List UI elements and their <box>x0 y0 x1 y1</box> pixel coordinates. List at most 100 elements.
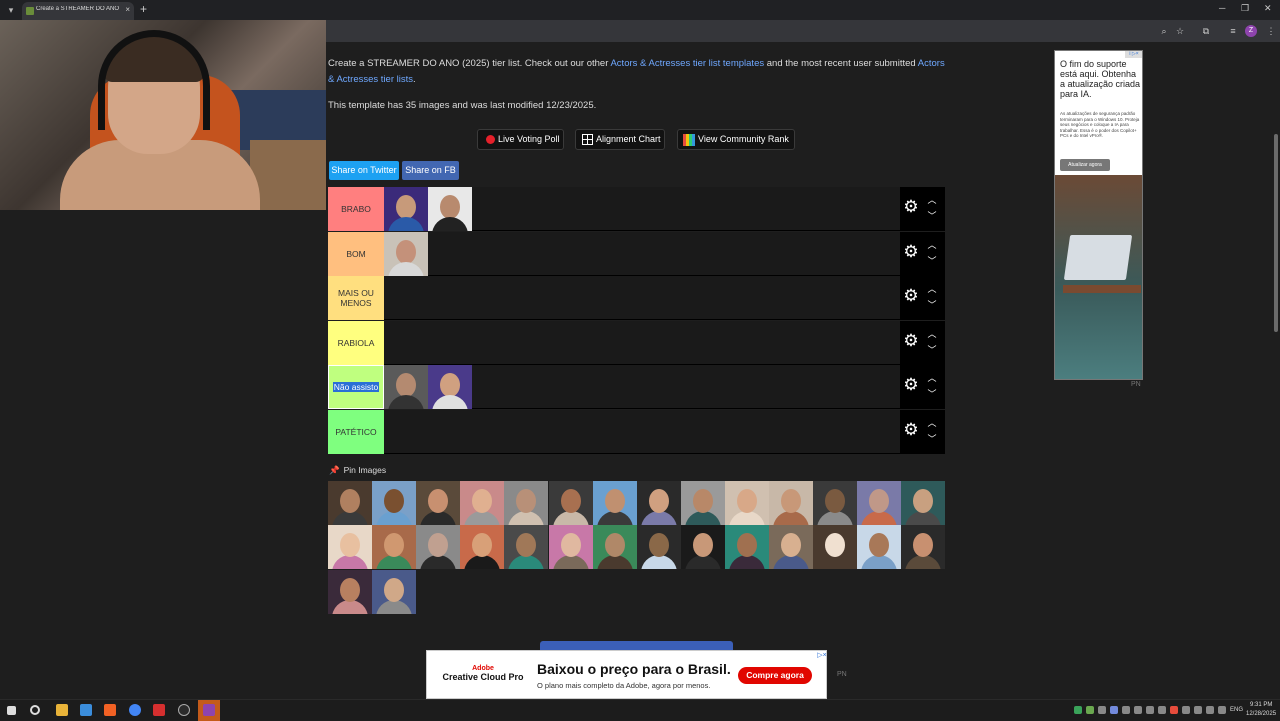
streamer-thumb[interactable] <box>680 525 725 570</box>
streamer-thumb[interactable] <box>857 481 902 525</box>
clock-time[interactable]: 9:31 PM <box>1250 702 1272 708</box>
gear-icon[interactable]: ⚙ <box>903 198 919 215</box>
pin-images-toggle[interactable]: 📌 Pin Images <box>329 465 386 476</box>
streamer-thumb[interactable] <box>592 481 637 525</box>
streamer-thumb[interactable] <box>504 481 549 525</box>
tier-row[interactable]: RABIOLA ⚙ ︿ ﹀ <box>328 320 945 365</box>
taskbar-active-app[interactable] <box>198 700 220 721</box>
templates-link[interactable]: Actors & Actresses tier list templates <box>610 58 764 69</box>
browser-tab[interactable]: Create a STREAMER DO ANO (2025) × <box>22 2 134 20</box>
streamer-thumb[interactable] <box>416 481 461 525</box>
tier-label[interactable]: RABIOLA <box>328 320 384 365</box>
tab-close-icon[interactable]: × <box>125 5 130 14</box>
streamer-thumb[interactable] <box>724 525 769 570</box>
streamer-thumb[interactable] <box>592 525 637 570</box>
streamer-thumb[interactable] <box>384 365 428 409</box>
app-icon[interactable] <box>153 704 165 716</box>
streamer-thumb[interactable] <box>384 187 428 231</box>
streamer-thumb[interactable] <box>857 525 902 570</box>
streamer-thumb[interactable] <box>328 569 372 614</box>
chevron-up-icon[interactable]: ︿ <box>926 284 938 294</box>
tier-row[interactable]: Não assisto ⚙ ︿ ﹀ <box>328 365 945 409</box>
search-icon[interactable] <box>30 705 40 715</box>
file-explorer-icon[interactable] <box>56 704 68 716</box>
ad-bottom-cta-button[interactable]: Compre agora <box>738 667 812 684</box>
tray-icon[interactable] <box>1134 706 1142 714</box>
battery-icon[interactable] <box>1218 706 1226 714</box>
streamer-thumb[interactable] <box>460 525 505 570</box>
gear-icon[interactable]: ⚙ <box>903 243 919 260</box>
streamer-thumb[interactable] <box>813 525 858 570</box>
gear-icon[interactable]: ⚙ <box>903 421 919 438</box>
chrome-icon[interactable] <box>129 704 141 716</box>
new-tab-button[interactable]: + <box>140 2 147 16</box>
tray-icon[interactable] <box>1086 706 1094 714</box>
tier-row[interactable]: BOM ⚙ ︿ ﹀ <box>328 231 945 276</box>
chevron-up-icon[interactable]: ︿ <box>926 329 938 339</box>
tier-label[interactable]: BRABO <box>328 187 384 231</box>
tray-icon[interactable] <box>1146 706 1154 714</box>
chevron-up-icon[interactable]: ︿ <box>926 418 938 428</box>
streamer-thumb[interactable] <box>769 481 813 525</box>
view-community-rank-button[interactable]: View Community Rank <box>677 129 795 150</box>
chevron-up-icon[interactable]: ︿ <box>926 195 938 205</box>
volume-icon[interactable] <box>1206 706 1214 714</box>
extensions-icon[interactable]: ⧉ <box>1200 25 1212 37</box>
chevron-down-icon[interactable]: ﹀ <box>926 345 938 355</box>
alignment-chart-button[interactable]: Alignment Chart <box>575 129 665 150</box>
streamer-thumb[interactable] <box>372 525 417 570</box>
gear-icon[interactable]: ⚙ <box>903 287 919 304</box>
chevron-down-icon[interactable]: ﹀ <box>926 434 938 444</box>
chevron-down-icon[interactable]: ﹀ <box>926 389 938 399</box>
menu-kebab-icon[interactable]: ⋮ <box>1265 25 1277 37</box>
store-icon[interactable] <box>80 704 92 716</box>
streamer-thumb[interactable] <box>428 365 472 409</box>
tray-icon[interactable] <box>1110 706 1118 714</box>
profile-avatar[interactable]: Z <box>1245 25 1257 37</box>
streamer-thumb[interactable] <box>328 525 372 570</box>
streamer-thumb[interactable] <box>636 525 681 570</box>
adchoices-icon[interactable]: i ▷× <box>1125 51 1142 58</box>
live-voting-poll-button[interactable]: Live Voting Poll <box>477 129 564 150</box>
streamer-thumb[interactable] <box>636 481 681 525</box>
tier-label[interactable]: Não assisto <box>328 365 384 409</box>
side-advertisement[interactable]: O fim do suporte está aqui. Obtenha a at… <box>1054 50 1143 380</box>
zoom-icon[interactable]: ⌕ <box>1158 25 1170 37</box>
brave-icon[interactable] <box>104 704 116 716</box>
bottom-advertisement[interactable]: Adobe Creative Cloud Pro Baixou o preço … <box>426 650 827 699</box>
restore-icon[interactable]: ❐ <box>1241 3 1249 14</box>
tier-label[interactable]: BOM <box>328 231 384 276</box>
share-fb-button[interactable]: Share on FB <box>402 161 459 180</box>
tier-row[interactable]: MAIS OU MENOS ⚙ ︿ ﹀ <box>328 276 945 320</box>
tray-icon[interactable] <box>1170 706 1178 714</box>
bookmark-star-icon[interactable]: ☆ <box>1174 25 1186 37</box>
streamer-thumb[interactable] <box>384 231 428 276</box>
ad-side-cta-button[interactable]: Atualizar agora <box>1060 159 1110 171</box>
gear-icon[interactable]: ⚙ <box>903 376 919 393</box>
streamer-thumb[interactable] <box>901 481 946 525</box>
chevron-up-icon[interactable]: ︿ <box>926 373 938 383</box>
streamer-thumb[interactable] <box>372 569 417 614</box>
tier-row[interactable]: PATÉTICO ⚙ ︿ ﹀ <box>328 409 945 454</box>
streamer-thumb[interactable] <box>680 481 725 525</box>
streamer-thumb[interactable] <box>901 525 946 570</box>
streamer-thumb[interactable] <box>372 481 417 525</box>
tab-list-chevron-icon[interactable]: ▾ <box>4 3 18 17</box>
streamer-thumb[interactable] <box>328 481 372 525</box>
tray-icon[interactable] <box>1122 706 1130 714</box>
minimize-icon[interactable]: ─ <box>1219 3 1225 13</box>
gear-icon[interactable]: ⚙ <box>903 332 919 349</box>
chevron-down-icon[interactable]: ﹀ <box>926 300 938 310</box>
selected-label-text[interactable]: Não assisto <box>332 382 380 392</box>
save-download-button[interactable] <box>540 641 733 650</box>
network-icon[interactable] <box>1194 706 1202 714</box>
streamer-thumb[interactable] <box>416 525 461 570</box>
tray-icon[interactable] <box>1098 706 1106 714</box>
page-scrollbar[interactable] <box>1272 42 1280 650</box>
tier-label[interactable]: MAIS OU MENOS <box>328 276 384 320</box>
tray-icon[interactable] <box>1074 706 1082 714</box>
close-window-icon[interactable]: ✕ <box>1264 3 1272 14</box>
tray-icon[interactable] <box>1182 706 1190 714</box>
chevron-down-icon[interactable]: ﹀ <box>926 211 938 221</box>
streamer-thumb[interactable] <box>460 481 505 525</box>
